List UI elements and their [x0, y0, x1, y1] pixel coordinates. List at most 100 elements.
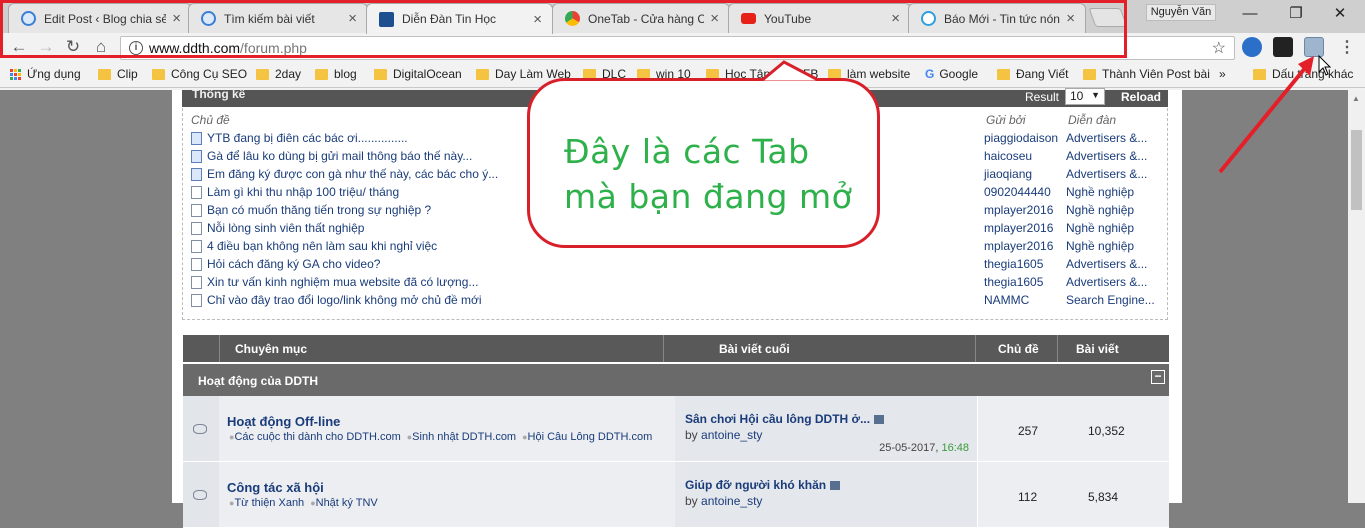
mouse-cursor-icon — [1318, 55, 1332, 76]
bookmark-folder[interactable]: blog — [315, 67, 357, 81]
menu-icon[interactable]: ⋮ — [1336, 37, 1358, 57]
close-icon[interactable]: × — [710, 10, 719, 27]
tab-baomoi[interactable]: Báo Mới - Tin tức nóng × — [908, 3, 1086, 33]
bookmark-folder[interactable]: 2day — [256, 67, 301, 81]
forum-link[interactable]: Advertisers &... — [1066, 131, 1147, 145]
poster-link[interactable]: mplayer2016 — [984, 239, 1053, 253]
stats-row: Xin tư vấn kinh nghiệm mua website đã có… — [191, 274, 1161, 292]
scroll-up-icon[interactable]: ▲ — [1352, 94, 1360, 103]
poster-link[interactable]: NAMMC — [984, 293, 1029, 307]
url-host: www.ddth.com — [149, 40, 241, 56]
close-icon[interactable]: × — [1066, 10, 1075, 27]
poster-link[interactable]: thegia1605 — [984, 257, 1043, 271]
tab-youtube[interactable]: YouTube × — [728, 3, 911, 33]
reload-icon[interactable]: ↻ — [62, 37, 84, 57]
scrollbar-thumb[interactable] — [1351, 130, 1362, 210]
thread-link[interactable]: Xin tư vấn kinh nghiệm mua website đã có… — [207, 275, 478, 289]
poster-link[interactable]: jiaoqiang — [984, 167, 1032, 181]
new-tab-button[interactable] — [1088, 8, 1128, 27]
scrollbar[interactable]: ▲ — [1348, 90, 1365, 503]
poster-link[interactable]: mplayer2016 — [984, 203, 1053, 217]
poster-link[interactable]: 0902044440 — [984, 185, 1051, 199]
subforum-link[interactable]: Các cuộc thi dành cho DDTH.com — [229, 431, 401, 443]
forum-name-link[interactable]: Hoạt động Off-line — [227, 414, 340, 429]
forum-link[interactable]: Nghề nghiệp — [1066, 203, 1134, 217]
thread-link[interactable]: Em đăng ký được con gà như thế này, các … — [207, 167, 498, 181]
tab-onetab[interactable]: OneTab - Cửa hàng Ch × — [552, 3, 730, 33]
forum-link[interactable]: Nghề nghiệp — [1066, 185, 1134, 199]
result-select[interactable]: 10 ▼ — [1065, 88, 1105, 105]
tab-title: OneTab - Cửa hàng Ch — [588, 11, 705, 26]
apps-icon — [10, 68, 21, 80]
col-last-post: Bài viết cuối — [719, 342, 790, 356]
close-icon[interactable]: × — [891, 10, 900, 27]
folder-icon — [997, 68, 1010, 80]
tab-search[interactable]: Tìm kiếm bài viết × — [188, 3, 368, 33]
restore-icon[interactable]: ❐ — [1276, 2, 1316, 26]
bookmark-folder[interactable]: Công Cụ SEO — [152, 67, 247, 81]
close-icon[interactable]: × — [348, 10, 357, 27]
bookmark-google[interactable]: G Google — [925, 67, 978, 81]
tab-edit-post[interactable]: Edit Post ‹ Blog chia sẻ × — [8, 3, 192, 33]
tab-ddth[interactable]: Diễn Đàn Tin Học × — [366, 3, 553, 34]
thread-icon — [191, 186, 202, 199]
thread-link[interactable]: Hỏi cách đăng ký GA cho video? — [207, 257, 380, 271]
info-icon[interactable]: i — [129, 41, 143, 55]
bookmark-folder[interactable]: Thành Viên Post bài — [1083, 67, 1210, 81]
thread-link[interactable]: Chỉ vào đây trao đổi logo/link không mở … — [207, 293, 482, 307]
forum-link[interactable]: Advertisers &... — [1066, 167, 1147, 181]
arrow-annotation — [1218, 56, 1314, 174]
forum-link[interactable]: Advertisers &... — [1066, 257, 1147, 271]
poster-link[interactable]: haicoseu — [984, 149, 1032, 163]
thread-link[interactable]: Nỗi lòng sinh viên thất nghiệp — [207, 221, 364, 235]
folder-icon — [315, 68, 328, 80]
subforum-link[interactable]: Từ thiện Xanh — [229, 497, 304, 509]
forum-link[interactable]: Advertisers &... — [1066, 149, 1147, 163]
last-poster-link[interactable]: antoine_sty — [701, 428, 762, 442]
poster-link[interactable]: thegia1605 — [984, 275, 1043, 289]
close-window-icon[interactable]: ✕ — [1320, 2, 1360, 26]
bookmark-folder[interactable]: Đang Viết — [997, 67, 1068, 81]
poster-link[interactable]: mplayer2016 — [984, 221, 1053, 235]
thread-link[interactable]: YTB đang bị điên các bác ơi.............… — [207, 131, 408, 145]
blog-favicon-icon — [21, 11, 36, 26]
tab-title: Báo Mới - Tin tức nóng — [944, 11, 1061, 26]
home-icon[interactable]: ⌂ — [90, 37, 112, 57]
collapse-icon[interactable]: − — [1151, 370, 1165, 384]
last-post: Sân chơi Hội cầu lông DDTH ở... by antoin… — [675, 396, 977, 461]
tab-title: Edit Post ‹ Blog chia sẻ — [44, 11, 167, 26]
thread-link[interactable]: Bạn có muốn thăng tiến trong sự nghiệp ? — [207, 203, 431, 217]
close-icon[interactable]: × — [533, 11, 542, 28]
forum-name-link[interactable]: Công tác xã hội — [227, 480, 324, 495]
reload-button[interactable]: Reload — [1121, 90, 1161, 104]
minimize-icon[interactable]: — — [1230, 2, 1270, 26]
close-icon[interactable]: × — [172, 10, 181, 27]
address-bar[interactable]: i www.ddth.com/forum.php ☆ — [120, 36, 1235, 60]
thread-link[interactable]: Làm gì khi thu nhập 100 triệu/ tháng — [207, 185, 399, 199]
back-icon[interactable]: ← — [8, 37, 30, 57]
forum-link[interactable]: Nghề nghiệp — [1066, 239, 1134, 253]
category-title[interactable]: Hoạt động của DDTH — [198, 374, 318, 388]
bookmark-folder[interactable]: DigitalOcean — [374, 67, 462, 81]
forum-link[interactable]: Search Engine... — [1066, 293, 1155, 307]
folder-icon — [1083, 68, 1096, 80]
last-poster-link[interactable]: antoine_sty — [701, 494, 762, 508]
callout-line-2: mà bạn đang mở — [564, 177, 853, 216]
forward-icon[interactable]: → — [35, 37, 57, 57]
subforum-link[interactable]: Hội Câu Lông DDTH.com — [522, 431, 652, 443]
bookmark-apps[interactable]: Ứng dụng — [10, 67, 81, 81]
thread-link[interactable]: 4 điều bạn không nên làm sau khi nghỉ vi… — [207, 239, 437, 253]
bookmark-folder[interactable]: Clip — [98, 67, 138, 81]
post-count: 5,834 — [1088, 490, 1119, 504]
thread-icon — [191, 294, 202, 307]
profile-button[interactable]: Nguyễn Văn — [1146, 4, 1216, 21]
subforum-link[interactable]: Nhật ký TNV — [310, 497, 378, 509]
subforum-link[interactable]: Sinh nhật DDTH.com — [407, 431, 516, 443]
forum-link[interactable]: Nghề nghiệp — [1066, 221, 1134, 235]
thread-link[interactable]: Gà để lâu ko dùng bị gửi mail thông báo … — [207, 149, 472, 163]
last-post-link[interactable]: Giúp đỡ người khó khăn — [685, 478, 840, 492]
forum-link[interactable]: Advertisers &... — [1066, 275, 1147, 289]
last-post-link[interactable]: Sân chơi Hội cầu lông DDTH ở... — [685, 412, 884, 426]
callout-line-1: Đây là các Tab — [564, 132, 810, 171]
poster-link[interactable]: piaggiodaison — [984, 131, 1058, 145]
